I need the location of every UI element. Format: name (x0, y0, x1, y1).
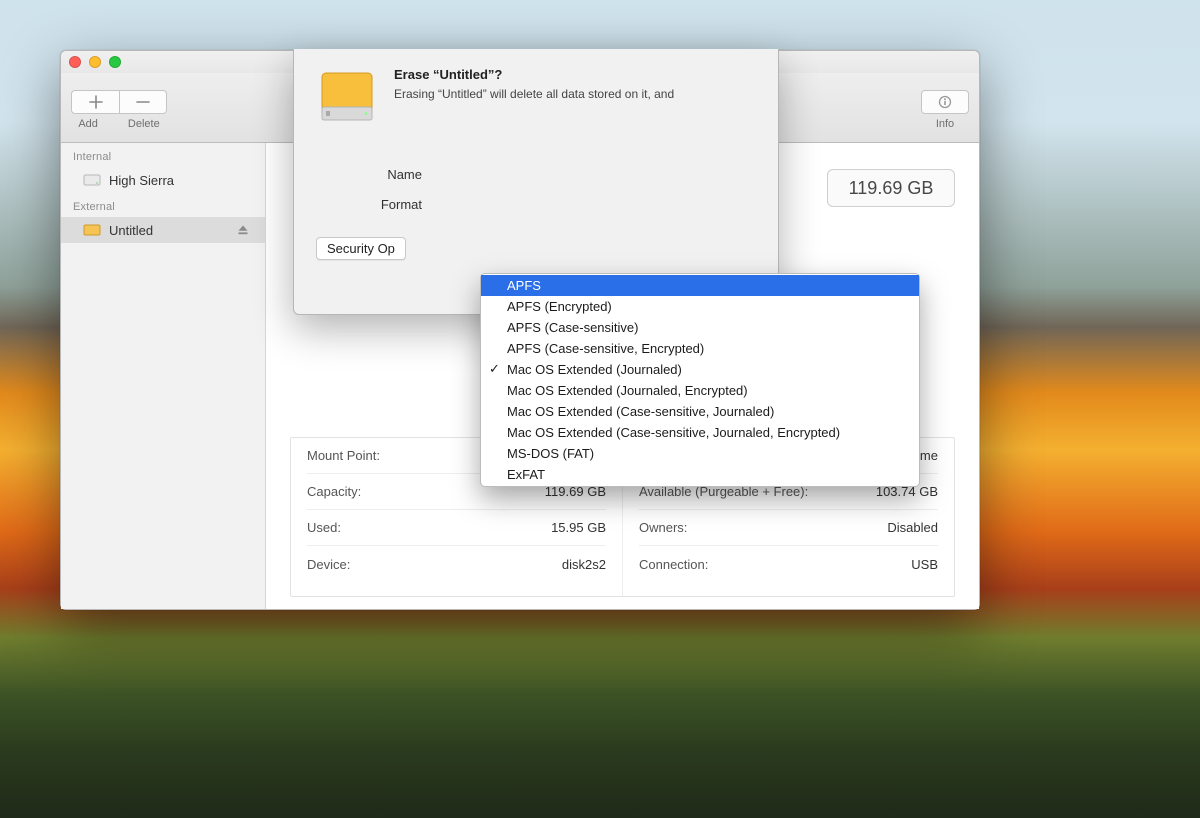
info-icon (938, 95, 952, 109)
sidebar-header-internal: Internal (61, 143, 265, 167)
format-field-label: Format (316, 197, 432, 212)
info-key: Mount Point: (307, 448, 380, 463)
sidebar-item-high-sierra[interactable]: High Sierra (61, 167, 265, 193)
minus-icon (136, 95, 150, 109)
sidebar-item-untitled[interactable]: Untitled (61, 217, 265, 243)
format-option-apfs[interactable]: APFS (481, 275, 919, 296)
add-label: Add (78, 118, 98, 130)
format-option-apfs-encrypted[interactable]: APFS (Encrypted) (481, 296, 919, 317)
info-value: Disabled (887, 520, 938, 535)
sidebar-item-label: Untitled (109, 223, 153, 238)
sidebar-header-external: External (61, 193, 265, 217)
sidebar-item-label: High Sierra (109, 173, 174, 188)
delete-volume-button[interactable] (119, 90, 167, 114)
info-value: USB (911, 557, 938, 572)
info-value: disk2s2 (562, 557, 606, 572)
info-key: Used: (307, 520, 341, 535)
close-window-button[interactable] (69, 56, 81, 68)
info-key: Device: (307, 557, 350, 572)
external-disk-icon (83, 221, 101, 239)
info-button[interactable] (921, 90, 969, 114)
format-option-exfat[interactable]: ExFAT (481, 464, 919, 485)
info-value: 15.95 GB (551, 520, 606, 535)
delete-label: Delete (128, 118, 160, 130)
sheet-description: Erasing “Untitled” will delete all data … (394, 86, 674, 102)
sidebar: Internal High Sierra External Untitled (61, 143, 266, 609)
format-dropdown-menu: APFS APFS (Encrypted) APFS (Case-sensiti… (480, 273, 920, 487)
capacity-badge: 119.69 GB (827, 169, 955, 207)
volume-buttons-group: Add Delete (71, 90, 167, 130)
format-option-msdos-fat[interactable]: MS-DOS (FAT) (481, 443, 919, 464)
internal-disk-icon (83, 171, 101, 189)
info-key: Capacity: (307, 484, 361, 499)
eject-button[interactable] (237, 224, 255, 236)
plus-icon (89, 95, 103, 109)
add-volume-button[interactable] (71, 90, 119, 114)
format-option-apfs-case-sensitive-encrypted[interactable]: APFS (Case-sensitive, Encrypted) (481, 338, 919, 359)
info-key: Connection: (639, 557, 708, 572)
disk-utility-window: Disk Utility Add Delete (60, 50, 980, 610)
info-key: Owners: (639, 520, 687, 535)
sheet-title: Erase “Untitled”? (394, 67, 674, 82)
format-option-macos-extended-case-sensitive-journaled-encrypted[interactable]: Mac OS Extended (Case-sensitive, Journal… (481, 422, 919, 443)
external-drive-large-icon (316, 67, 378, 129)
format-option-macos-extended-journaled-encrypted[interactable]: Mac OS Extended (Journaled, Encrypted) (481, 380, 919, 401)
desktop-wallpaper: Disk Utility Add Delete (0, 0, 1200, 818)
checkmark-icon: ✓ (489, 360, 500, 377)
format-option-macos-extended-journaled[interactable]: ✓Mac OS Extended (Journaled) (481, 359, 919, 380)
format-option-apfs-case-sensitive[interactable]: APFS (Case-sensitive) (481, 317, 919, 338)
eject-icon (237, 224, 249, 236)
security-options-button[interactable]: Security Op (316, 237, 406, 260)
name-field-label: Name (316, 167, 432, 182)
info-label: Info (936, 118, 954, 130)
format-option-macos-extended-case-sensitive-journaled[interactable]: Mac OS Extended (Case-sensitive, Journal… (481, 401, 919, 422)
